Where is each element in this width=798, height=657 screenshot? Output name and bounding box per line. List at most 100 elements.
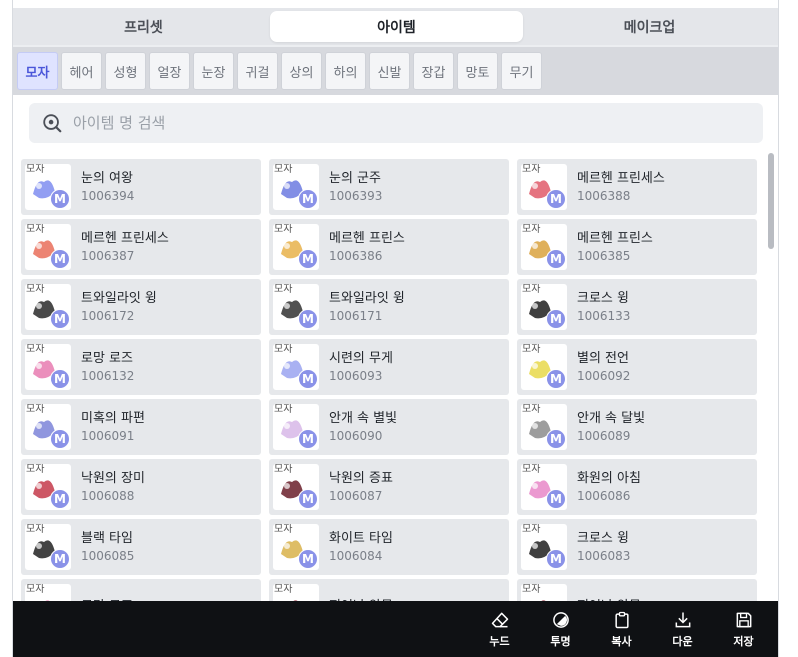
bottom-toolbar: 누드 투명 복사 다운 저장	[13, 601, 778, 657]
scrollbar-thumb[interactable]	[768, 153, 774, 249]
item-card[interactable]: 모자 M 메르헨 프린스 1006386	[269, 219, 509, 275]
item-card[interactable]: 모자 M 낙원의 증표 1006087	[269, 459, 509, 515]
item-info: 로망 로즈 1006132	[81, 350, 134, 385]
item-id: 1006092	[577, 368, 631, 383]
category-eye-accessory[interactable]: 눈장	[193, 52, 234, 90]
item-card[interactable]: 모자 M 트와일라잇 윙 1006171	[269, 279, 509, 335]
item-id: 1006386	[329, 248, 383, 263]
category-face-accessory[interactable]: 얼장	[149, 52, 190, 90]
nude-button[interactable]: 누드	[469, 605, 530, 653]
item-name: 별의 전언	[577, 350, 629, 366]
item-card[interactable]: 모자 M 트와일라잇 윙 1006172	[21, 279, 261, 335]
item-thumbnail: 모자M	[273, 524, 319, 570]
item-card[interactable]: 모자 M 블랙 타임 1006085	[21, 519, 261, 575]
category-weapon[interactable]: 무기	[501, 52, 542, 90]
item-thumbnail: 모자M	[273, 224, 319, 270]
item-card[interactable]: 모자 M 시련의 무게 1006093	[269, 339, 509, 395]
tab-makeup[interactable]: 메이크업	[523, 11, 776, 42]
item-id: 1006085	[81, 548, 135, 563]
item-badge: M	[298, 429, 318, 449]
save-button[interactable]: 저장	[713, 605, 774, 653]
category-hat[interactable]: 모자	[17, 52, 58, 90]
top-strip	[13, 0, 778, 8]
item-name: 화이트 타임	[329, 530, 393, 546]
scrollbar[interactable]	[767, 153, 775, 597]
item-info: 안개 속 별빛 1006090	[329, 410, 397, 445]
item-card[interactable]: 모자 M 메르헨 프린세스 1006387	[21, 219, 261, 275]
item-thumbnail: 모자M	[25, 464, 71, 510]
item-card[interactable]: 모자 M 크로스 윙 1006083	[517, 519, 757, 575]
item-info: 안개 속 달빛 1006089	[577, 410, 645, 445]
item-info: 눈의 여왕 1006394	[81, 170, 134, 205]
item-panel: 모자M 눈의 여왕 1006394 모자M 눈의 군주 1006393 모자M 메르헨 프린세…	[13, 95, 778, 601]
item-info: 크로스 윙 1006133	[577, 290, 630, 325]
item-id: 1006087	[329, 488, 383, 503]
item-card[interactable]: 모자 M 메르헨 프린스 1006385	[517, 219, 757, 275]
item-id: 1006084	[329, 548, 383, 563]
item-info: 크로스 윙 1006083	[577, 530, 630, 565]
item-thumbnail: 모자M	[273, 404, 319, 450]
transparent-button[interactable]: 투명	[530, 605, 591, 653]
item-badge: M	[50, 369, 70, 389]
item-name: 트와일라잇 윙	[81, 290, 157, 306]
item-info: 메르헨 프린세스 1006387	[81, 230, 169, 265]
item-card[interactable]: 모자M피어난 악몽	[269, 579, 509, 601]
item-name: 메르헨 프린스	[577, 230, 653, 246]
download-icon	[675, 612, 690, 627]
category-bottom[interactable]: 하의	[325, 52, 366, 90]
item-info: 메르헨 프린세스 1006388	[577, 170, 665, 205]
item-card[interactable]: 모자 M 화이트 타임 1006084	[269, 519, 509, 575]
item-card[interactable]: 모자 M 화원의 아침 1006086	[517, 459, 757, 515]
item-thumbnail: 모자M	[25, 224, 71, 270]
copy-button[interactable]: 복사	[591, 605, 652, 653]
item-card[interactable]: 모자 M 눈의 여왕 1006394	[21, 159, 261, 215]
item-thumbnail: 모자M	[25, 284, 71, 330]
item-thumbnail: 모자M	[25, 584, 71, 601]
item-thumbnail: 모자M	[273, 464, 319, 510]
tab-preset[interactable]: 프리셋	[17, 11, 270, 42]
item-thumbnail: 모자M	[521, 224, 567, 270]
item-id: 1006388	[577, 188, 631, 203]
item-info: 트와일라잇 윙 1006171	[329, 290, 405, 325]
item-card[interactable]: 모자M로망 로즈	[21, 579, 261, 601]
save-label: 저장	[733, 634, 754, 648]
item-info: 트와일라잇 윙 1006172	[81, 290, 157, 325]
item-card[interactable]: 모자 M 안개 속 별빛 1006090	[269, 399, 509, 455]
item-card[interactable]: 모자 M 크로스 윙 1006133	[517, 279, 757, 335]
item-id: 1006172	[81, 308, 135, 323]
category-top[interactable]: 상의	[281, 52, 322, 90]
item-badge: M	[50, 429, 70, 449]
item-card[interactable]: 모자 M 로망 로즈 1006132	[21, 339, 261, 395]
item-thumbnail: 모자M	[273, 284, 319, 330]
category-gloves[interactable]: 장갑	[413, 52, 454, 90]
item-card[interactable]: 모자 M 별의 전언 1006092	[517, 339, 757, 395]
item-card[interactable]: 모자 M 메르헨 프린세스 1006388	[517, 159, 757, 215]
search-input[interactable]	[73, 114, 713, 132]
item-thumbnail: 모자M	[273, 164, 319, 210]
item-thumbnail: 모자M	[25, 404, 71, 450]
category-cape[interactable]: 망토	[457, 52, 498, 90]
item-id: 1006093	[329, 368, 383, 383]
save-icon	[736, 612, 751, 627]
category-face[interactable]: 성형	[105, 52, 146, 90]
category-earrings[interactable]: 귀걸	[237, 52, 278, 90]
category-bar: 모자 헤어 성형 얼장 눈장 귀걸 상의 하의 신발 장갑 망토 무기	[13, 47, 778, 95]
item-card[interactable]: 모자M피어난 악몽	[517, 579, 757, 601]
item-card[interactable]: 모자 M 낙원의 장미 1006088	[21, 459, 261, 515]
item-card[interactable]: 모자 M 눈의 군주 1006393	[269, 159, 509, 215]
item-id: 1006091	[81, 428, 135, 443]
item-card[interactable]: 모자 M 안개 속 달빛 1006089	[517, 399, 757, 455]
item-card[interactable]: 모자 M 미혹의 파편 1006091	[21, 399, 261, 455]
item-badge: M	[50, 549, 70, 569]
item-name: 낙원의 장미	[81, 470, 145, 486]
category-shoes[interactable]: 신발	[369, 52, 410, 90]
category-hair[interactable]: 헤어	[61, 52, 102, 90]
item-id: 1006088	[81, 488, 135, 503]
item-thumbnail: 모자M	[521, 464, 567, 510]
item-name: 눈의 군주	[329, 170, 381, 186]
download-button[interactable]: 다운	[652, 605, 713, 653]
search-bar[interactable]	[29, 103, 763, 143]
tab-item[interactable]: 아이템	[270, 11, 523, 42]
item-id: 1006083	[577, 548, 631, 563]
download-label: 다운	[672, 634, 693, 648]
